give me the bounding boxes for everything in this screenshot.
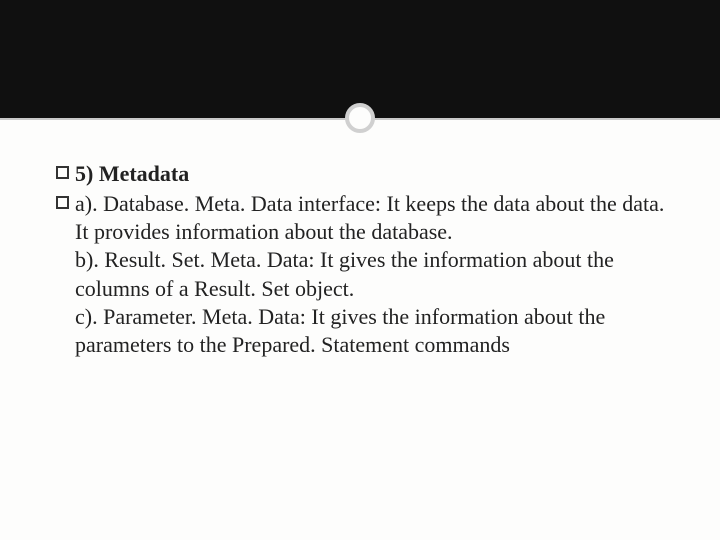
slide: 5) Metadata a). Database. Meta. Data int… <box>0 0 720 540</box>
bullet-box-icon <box>56 166 69 179</box>
body-row: a). Database. Meta. Data interface: It k… <box>56 190 666 359</box>
heading-row: 5) Metadata <box>56 160 666 188</box>
slide-header <box>0 0 720 118</box>
bullet-box-icon <box>56 196 69 209</box>
divider-circle-icon <box>345 103 375 133</box>
body-line-c: c). Parameter. Meta. Data: It gives the … <box>75 304 605 357</box>
slide-content: 5) Metadata a). Database. Meta. Data int… <box>56 160 666 359</box>
body-text: a). Database. Meta. Data interface: It k… <box>75 190 666 359</box>
body-line-a: a). Database. Meta. Data interface: It k… <box>75 191 664 244</box>
body-line-b: b). Result. Set. Meta. Data: It gives th… <box>75 247 614 300</box>
heading-text: 5) Metadata <box>75 160 666 188</box>
